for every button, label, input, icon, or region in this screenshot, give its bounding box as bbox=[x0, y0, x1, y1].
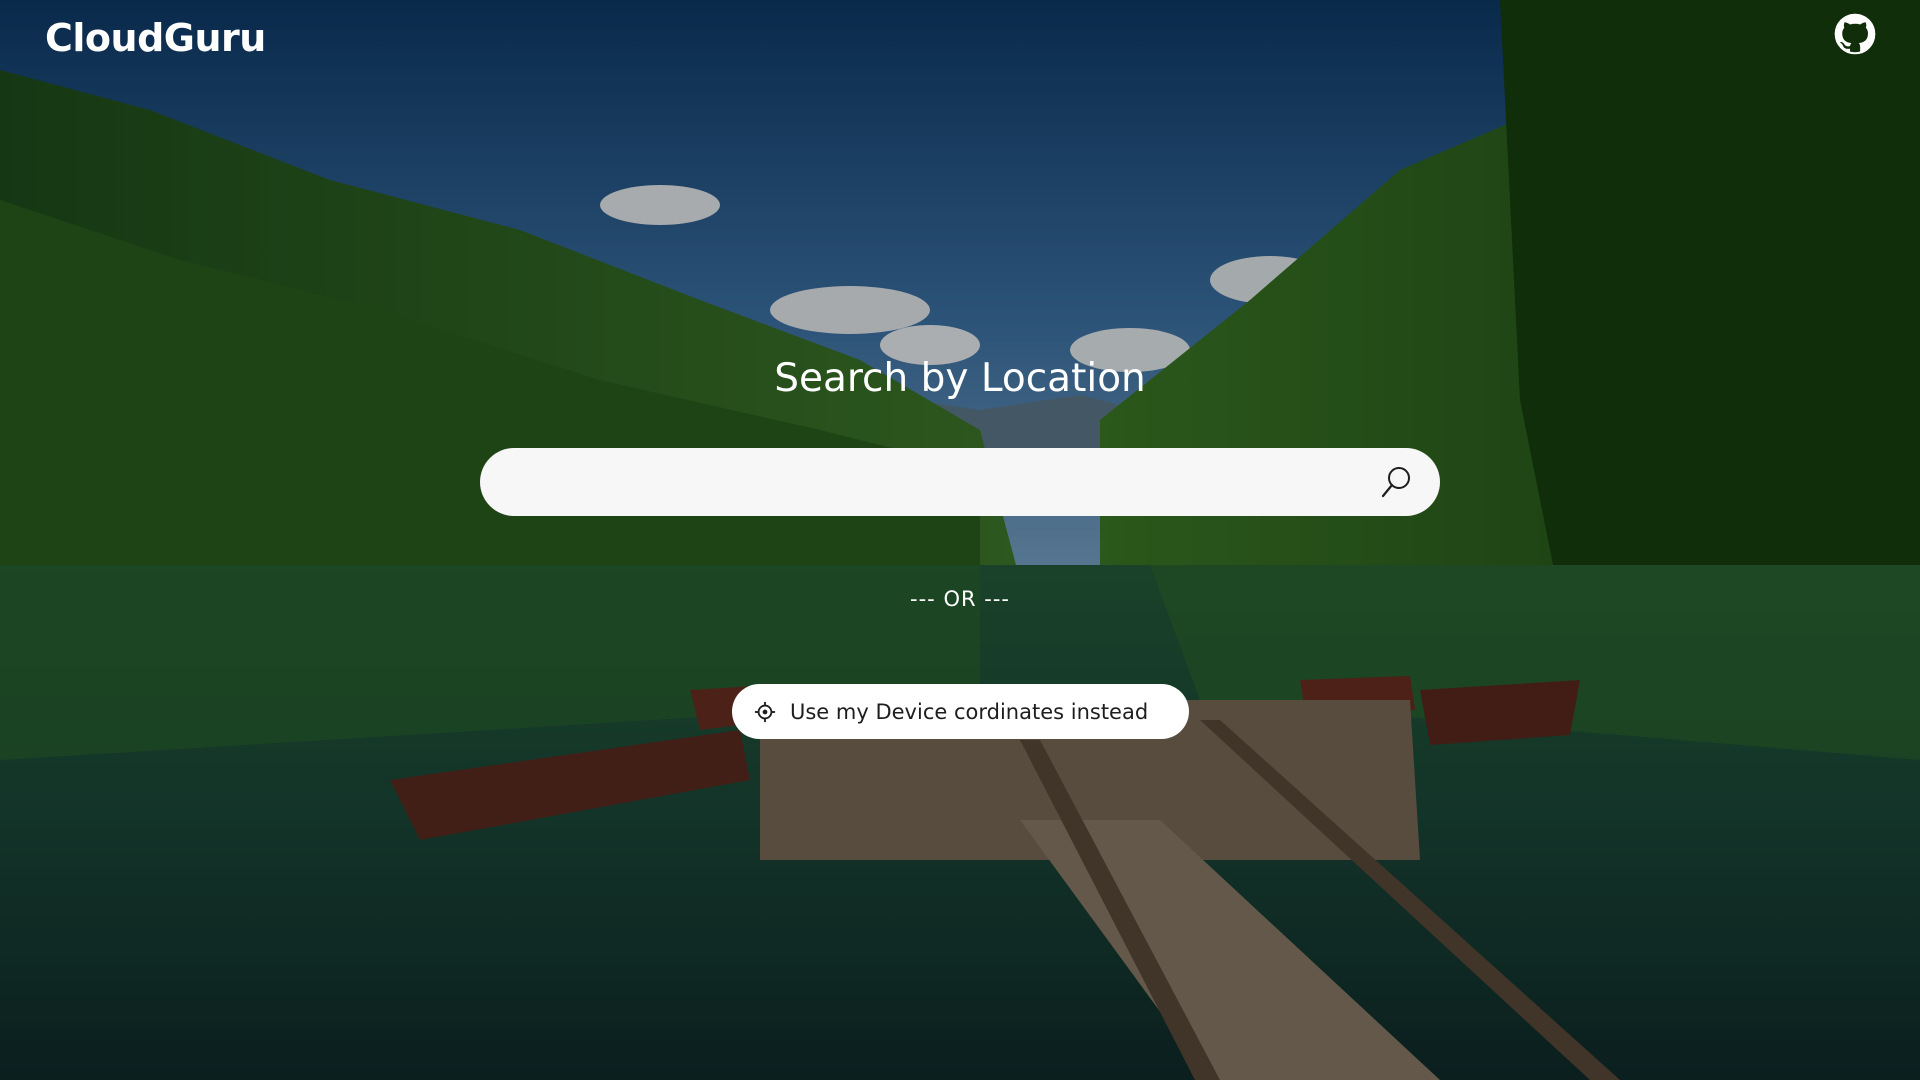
search-icon[interactable] bbox=[1376, 462, 1416, 502]
page-title: Search by Location bbox=[774, 356, 1146, 401]
use-device-coordinates-label: Use my Device cordinates instead bbox=[790, 699, 1149, 724]
landing-page: CloudGuru Search by Location --- OR --- … bbox=[0, 0, 1920, 1080]
github-icon[interactable] bbox=[1834, 13, 1876, 55]
search-input[interactable] bbox=[512, 448, 1336, 518]
or-divider: --- OR --- bbox=[910, 587, 1010, 611]
search-bar bbox=[480, 448, 1440, 518]
brand-logo[interactable]: CloudGuru bbox=[45, 16, 266, 60]
location-crosshair-icon bbox=[754, 701, 776, 722]
background-overlay bbox=[0, 0, 1920, 1080]
use-device-coordinates-button[interactable]: Use my Device cordinates instead bbox=[732, 684, 1189, 739]
